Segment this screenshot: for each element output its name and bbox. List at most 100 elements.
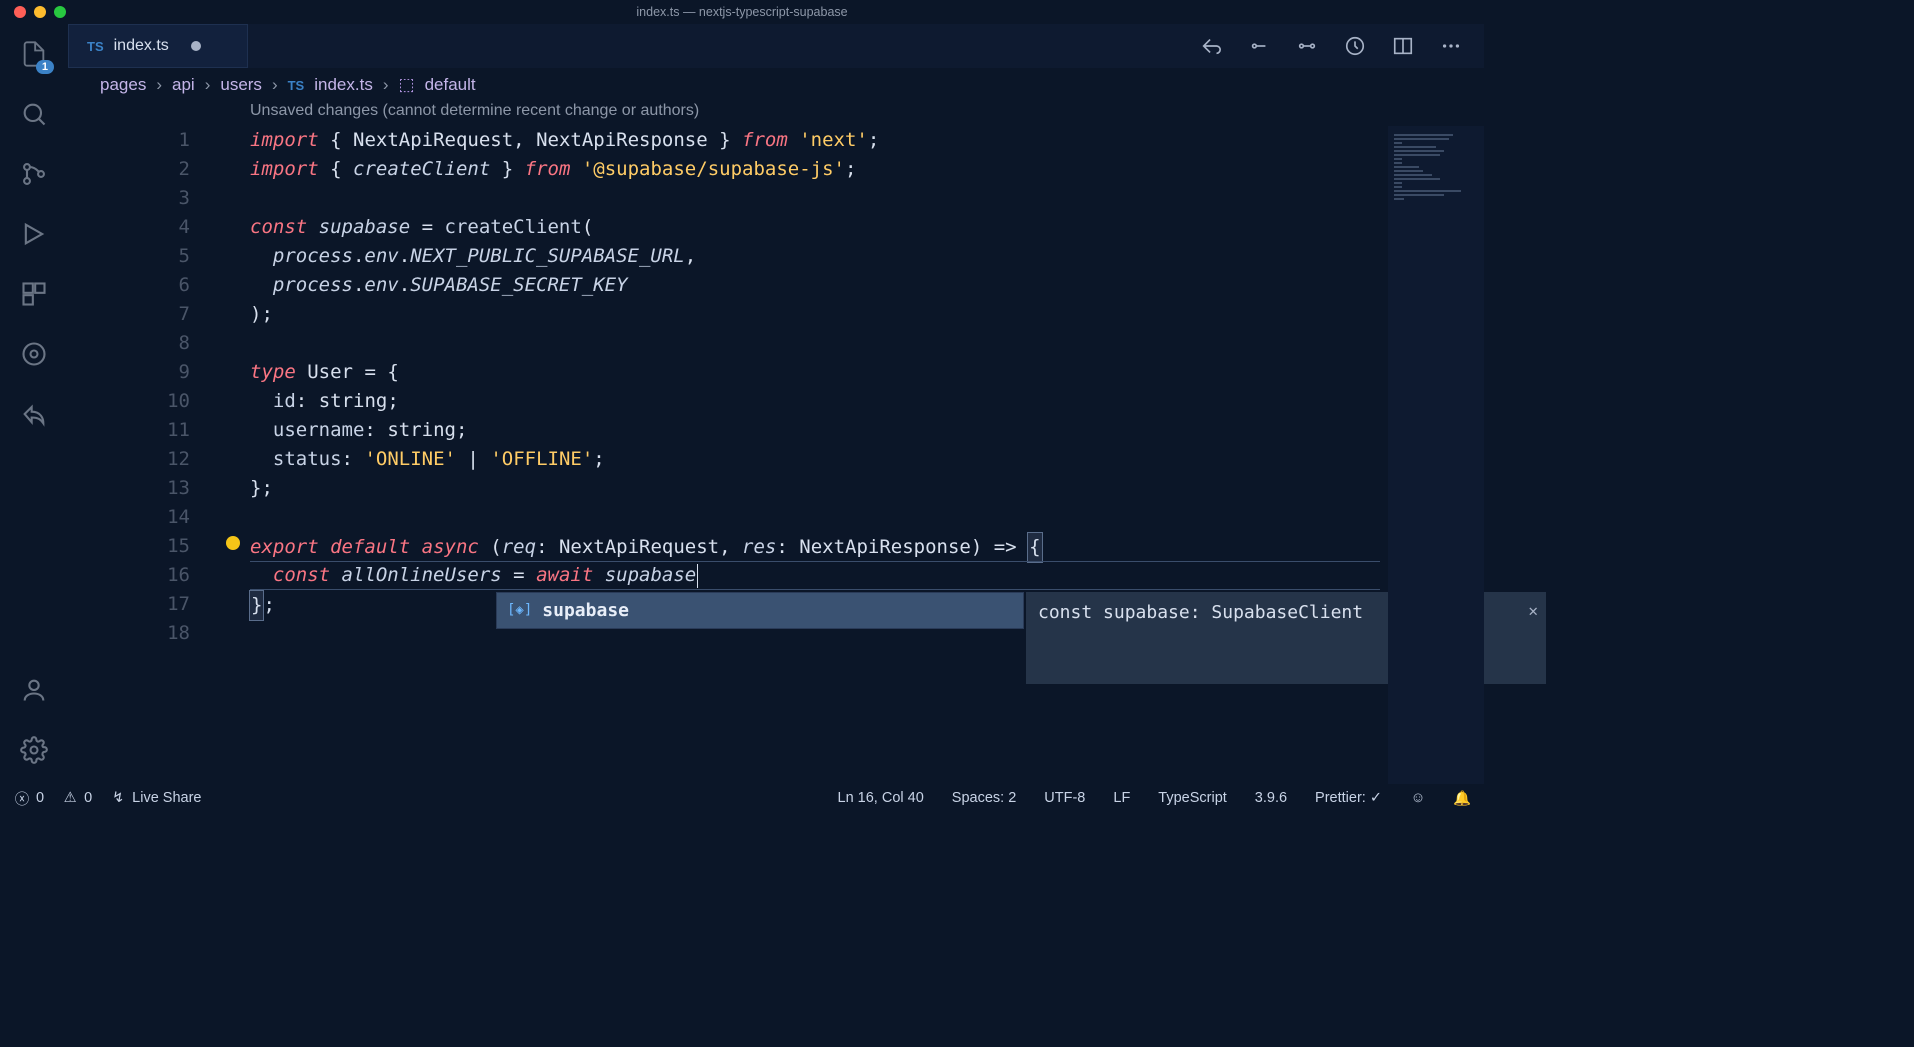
liveshare-icon[interactable] <box>18 398 50 430</box>
problems-errors[interactable]: ⓧ 0 <box>14 790 44 806</box>
line-number: 9 <box>68 358 190 387</box>
symbol-constant-icon: [◈] <box>507 596 532 625</box>
code-line[interactable] <box>250 503 1484 532</box>
breadcrumb-symbol[interactable]: default <box>425 75 476 95</box>
tab-label: index.ts <box>114 37 169 55</box>
line-number: 3 <box>68 184 190 213</box>
extensions-icon[interactable] <box>18 278 50 310</box>
line-number: 12 <box>68 445 190 474</box>
chevron-right-icon: › <box>383 75 389 95</box>
line-number: 6 <box>68 271 190 300</box>
code-line[interactable] <box>250 329 1484 358</box>
window-close-button[interactable] <box>14 6 26 18</box>
close-icon[interactable]: ✕ <box>1528 596 1538 625</box>
breadcrumb-file[interactable]: index.ts <box>314 75 373 95</box>
more-actions-icon[interactable] <box>1440 35 1462 57</box>
problems-warnings[interactable]: ⚠ 0 <box>62 790 92 806</box>
breadcrumb-api[interactable]: api <box>172 75 195 95</box>
code-line[interactable]: type User = { <box>250 358 1484 387</box>
code-line[interactable]: ); <box>250 300 1484 329</box>
editor-area: TS index.ts pages › api › users › TS ind… <box>68 24 1484 784</box>
code-line[interactable]: const allOnlineUsers = await supabase <box>250 561 1484 590</box>
feedback-icon[interactable]: ☺ <box>1410 790 1426 806</box>
line-number: 7 <box>68 300 190 329</box>
explorer-icon[interactable]: 1 <box>18 38 50 70</box>
tab-bar: TS index.ts <box>68 24 1484 68</box>
split-editor-icon[interactable] <box>1392 35 1414 57</box>
code-line[interactable]: process.env.NEXT_PUBLIC_SUPABASE_URL, <box>250 242 1484 271</box>
line-number: 17 <box>68 590 190 619</box>
cursor-position[interactable]: Ln 16, Col 40 <box>838 790 924 806</box>
language-mode[interactable]: TypeScript <box>1158 790 1227 806</box>
line-number: 15 <box>68 532 190 561</box>
breadcrumbs[interactable]: pages › api › users › TS index.ts › ⬚ de… <box>68 68 1484 102</box>
unsaved-banner: Unsaved changes (cannot determine recent… <box>68 102 1484 126</box>
breadcrumb-users[interactable]: users <box>220 75 262 95</box>
code-line[interactable]: }; <box>250 474 1484 503</box>
code-line[interactable] <box>250 184 1484 213</box>
code-line[interactable]: status: 'ONLINE' | 'OFFLINE'; <box>250 445 1484 474</box>
line-number: 16 <box>68 561 190 590</box>
traffic-lights <box>14 6 66 18</box>
indentation[interactable]: Spaces: 2 <box>952 790 1017 806</box>
minimap-content <box>1388 126 1484 210</box>
suggest-label: supabase <box>542 596 629 625</box>
line-number: 18 <box>68 619 190 648</box>
suggest-item[interactable]: [◈] supabase <box>497 593 1023 628</box>
search-icon[interactable] <box>18 98 50 130</box>
minimap[interactable] <box>1388 126 1484 784</box>
line-number: 2 <box>68 155 190 184</box>
line-number: 13 <box>68 474 190 503</box>
code-editor[interactable]: 123456789101112131415161718 import { Nex… <box>68 126 1484 784</box>
code-line[interactable]: id: string; <box>250 387 1484 416</box>
window-minimize-button[interactable] <box>34 6 46 18</box>
explorer-badge: 1 <box>36 60 54 74</box>
window-zoom-button[interactable] <box>54 6 66 18</box>
line-number: 11 <box>68 416 190 445</box>
typescript-version[interactable]: 3.9.6 <box>1255 790 1287 806</box>
source-control-icon[interactable] <box>18 158 50 190</box>
status-bar: ⓧ 0 ⚠ 0 ↯ Live Share Ln 16, Col 40 Space… <box>0 784 1484 812</box>
titlebar: index.ts — nextjs-typescript-supabase <box>0 0 1484 24</box>
warning-glyph-icon[interactable] <box>226 536 240 550</box>
run-debug-icon[interactable] <box>18 218 50 250</box>
toggle-preview-icon[interactable] <box>1344 35 1366 57</box>
tabbar-actions <box>1200 24 1484 68</box>
warning-icon: ⚠ <box>62 790 78 806</box>
breadcrumb-pages[interactable]: pages <box>100 75 146 95</box>
code-line[interactable]: import { NextApiRequest, NextApiResponse… <box>250 126 1484 155</box>
go-forward-icon[interactable] <box>1248 35 1270 57</box>
error-icon: ⓧ <box>14 790 30 806</box>
line-number: 14 <box>68 503 190 532</box>
code-line[interactable]: const supabase = createClient( <box>250 213 1484 242</box>
encoding[interactable]: UTF-8 <box>1044 790 1085 806</box>
symbol-module-icon: ⬚ <box>399 75 415 95</box>
typescript-file-icon: TS <box>87 39 104 54</box>
line-number: 4 <box>68 213 190 242</box>
prettier-status[interactable]: Prettier: ✓ <box>1315 790 1382 806</box>
code-content[interactable]: import { NextApiRequest, NextApiResponse… <box>250 126 1484 648</box>
tab-index-ts[interactable]: TS index.ts <box>68 24 248 68</box>
settings-gear-icon[interactable] <box>18 734 50 766</box>
chevron-right-icon: › <box>156 75 162 95</box>
typescript-file-icon: TS <box>288 78 305 93</box>
liveshare-icon: ↯ <box>110 790 126 806</box>
suggest-widget[interactable]: [◈] supabase <box>496 592 1024 629</box>
liveshare-status[interactable]: ↯ Live Share <box>110 790 201 806</box>
code-line[interactable]: export default async (req: NextApiReques… <box>250 532 1484 561</box>
eol[interactable]: LF <box>1113 790 1130 806</box>
notifications-icon[interactable]: 🔔 <box>1454 790 1470 806</box>
activity-bar: 1 <box>0 24 68 784</box>
main-area: 1 TS <box>0 24 1484 784</box>
line-number-gutter: 123456789101112131415161718 <box>68 126 218 648</box>
code-line[interactable]: process.env.SUPABASE_SECRET_KEY <box>250 271 1484 300</box>
compare-changes-icon[interactable] <box>1296 35 1318 57</box>
accounts-icon[interactable] <box>18 674 50 706</box>
code-line[interactable]: import { createClient } from '@supabase/… <box>250 155 1484 184</box>
window-title: index.ts — nextjs-typescript-supabase <box>636 5 847 19</box>
tab-dirty-indicator <box>191 41 201 51</box>
go-back-icon[interactable] <box>1200 35 1222 57</box>
gitlens-icon[interactable] <box>18 338 50 370</box>
code-line[interactable]: username: string; <box>250 416 1484 445</box>
line-number: 1 <box>68 126 190 155</box>
